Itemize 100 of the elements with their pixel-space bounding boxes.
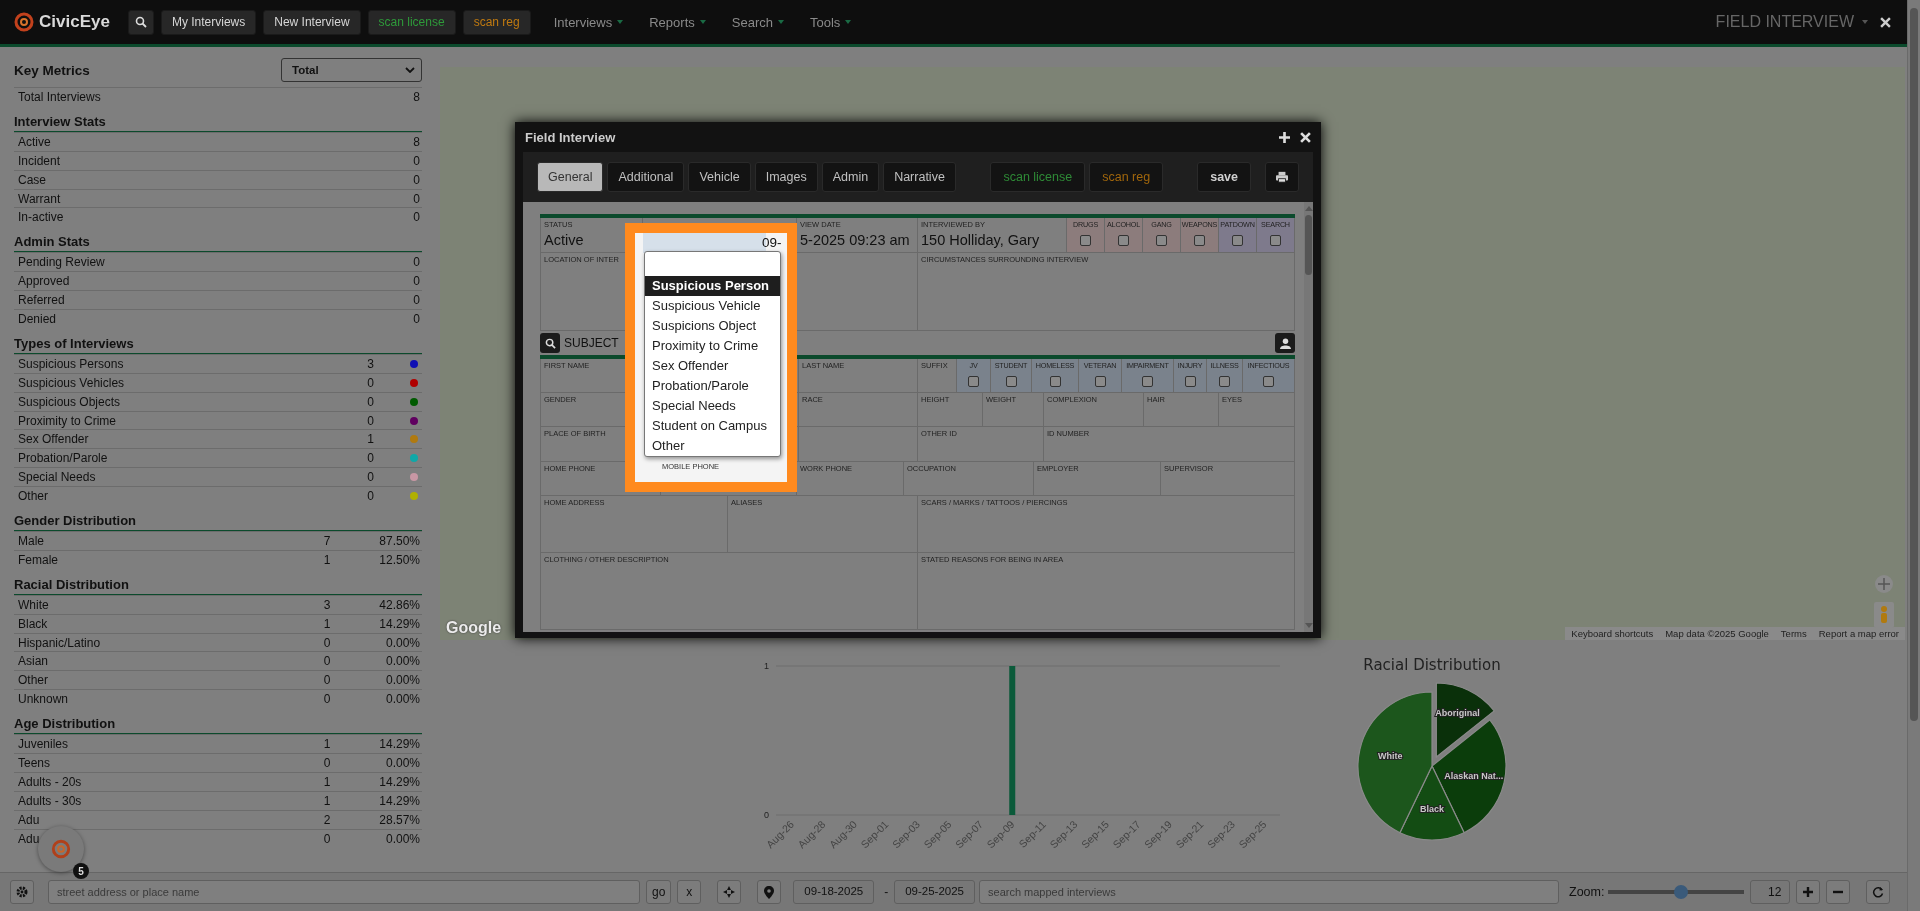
zoom-out-button[interactable] <box>1826 880 1851 904</box>
metric-label: Juveniles <box>18 737 70 752</box>
checkbox[interactable] <box>1184 376 1196 387</box>
print-button[interactable] <box>1265 162 1299 192</box>
search-icon <box>544 337 556 349</box>
checkbox[interactable] <box>1270 235 1281 246</box>
tab[interactable]: Vehicle <box>688 162 751 192</box>
metric-value: 0 <box>413 311 420 326</box>
metric-label: Referred <box>18 293 66 308</box>
dropdown-option[interactable]: Probation/Parole <box>645 376 780 396</box>
refresh-button[interactable] <box>1866 880 1891 904</box>
toolbar-button[interactable]: scan license <box>367 9 456 35</box>
clear-button[interactable]: x <box>677 880 702 904</box>
checkbox[interactable] <box>1094 376 1106 387</box>
search-field[interactable]: search mapped interviews <box>979 880 1559 904</box>
checkbox[interactable] <box>1194 235 1205 246</box>
tab[interactable]: Additional <box>607 162 685 192</box>
metric-label: Adu <box>18 831 41 846</box>
metric-percent: 0.00% <box>384 831 420 846</box>
checkbox[interactable] <box>1232 235 1243 246</box>
metric-value: 0 <box>413 172 420 187</box>
metric-value: 0 <box>413 191 420 206</box>
map-attribution-link[interactable]: Keyboard shortcuts <box>1571 628 1654 639</box>
locate-button[interactable] <box>717 880 742 904</box>
checkbox[interactable] <box>1049 376 1061 387</box>
close-icon[interactable] <box>1300 131 1311 143</box>
metric-percent: 0.00% <box>384 692 420 707</box>
period-select[interactable]: Total <box>281 58 422 82</box>
dropdown-option[interactable]: Other <box>645 436 780 456</box>
checkbox[interactable] <box>968 376 979 387</box>
tab[interactable]: Narrative <box>883 162 956 192</box>
nav-menu[interactable]: Reports <box>649 14 706 30</box>
zoom-in-button[interactable] <box>1796 880 1821 904</box>
scrollbar-thumb[interactable] <box>1910 8 1918 721</box>
metric-percent: 28.57% <box>378 812 420 827</box>
checkbox[interactable] <box>1005 376 1017 387</box>
metric-label: Denied <box>18 311 58 326</box>
map-logo: Google <box>446 619 502 637</box>
metric-value: 0 <box>413 153 420 168</box>
go-button[interactable]: go <box>646 880 672 904</box>
pin-button[interactable] <box>757 880 782 904</box>
action-button[interactable]: save <box>1197 162 1251 192</box>
scrollbar[interactable] <box>1304 202 1313 632</box>
toolbar-button[interactable]: My Interviews <box>160 9 257 35</box>
nav-menu[interactable]: Search <box>731 14 784 30</box>
metric-label: Total Interviews <box>18 89 102 104</box>
plus-icon[interactable] <box>1279 131 1290 143</box>
toolbar-button[interactable]: scan reg <box>462 9 531 35</box>
scrollbar-thumb[interactable] <box>1305 215 1312 275</box>
section-title: Interview Stats <box>14 113 422 132</box>
slider-thumb[interactable] <box>1673 885 1688 899</box>
action-button[interactable]: scan reg <box>1089 162 1164 192</box>
dropdown-option[interactable]: Proximity to Crime <box>645 336 780 356</box>
map-attribution-link[interactable]: Report a map error <box>1818 628 1899 639</box>
metric-value: 1 <box>322 616 332 631</box>
date-field[interactable]: 09-25-2025 <box>894 880 975 904</box>
metric-value: 0 <box>322 673 332 688</box>
metric-label: Teens <box>18 756 52 770</box>
scrollbar[interactable] <box>1907 0 1920 911</box>
metric-value: 8 <box>413 89 420 104</box>
address-field[interactable]: street address or place name <box>48 880 640 904</box>
zoom-field[interactable]: 12 <box>1750 880 1791 904</box>
metric-label: Adults - 20s <box>18 774 83 789</box>
nav-menu[interactable]: Tools <box>809 14 852 30</box>
settings-button[interactable] <box>10 880 34 904</box>
tab[interactable]: Images <box>754 162 818 192</box>
dropdown-option[interactable]: Suspicious Person <box>645 276 780 296</box>
checkbox[interactable] <box>1156 235 1167 246</box>
caret-icon[interactable] <box>1862 20 1868 24</box>
action-button[interactable]: scan license <box>990 162 1086 192</box>
checkbox[interactable] <box>1219 376 1230 387</box>
close-icon[interactable] <box>1880 16 1891 28</box>
page-title[interactable]: FIELD INTERVIEW <box>1715 13 1854 31</box>
metric-value: 0 <box>322 635 332 650</box>
logo-icon <box>14 12 34 32</box>
metric-value: 0 <box>322 692 332 707</box>
plus-icon <box>1803 887 1814 897</box>
search-button[interactable] <box>540 333 560 353</box>
date-field[interactable]: 09-18-2025 <box>793 880 875 904</box>
checkbox[interactable] <box>1142 376 1153 387</box>
checkbox[interactable] <box>1118 235 1129 246</box>
person-button[interactable] <box>1275 333 1295 353</box>
dropdown-option[interactable]: Suspicious Vehicle <box>645 296 780 316</box>
checkbox[interactable] <box>1263 376 1274 387</box>
dropdown-option[interactable]: Sex Offender <box>645 356 780 376</box>
nav-menu[interactable]: Interviews <box>553 14 624 30</box>
dropdown-option[interactable]: Special Needs <box>645 396 780 416</box>
metric-label: Asian <box>18 654 50 669</box>
map-attribution-link[interactable]: Map data ©2025 Google <box>1665 628 1769 639</box>
checkbox[interactable] <box>1080 235 1091 246</box>
search-button[interactable] <box>127 9 154 35</box>
dropdown-option[interactable]: Student on Campus <box>645 416 780 436</box>
map-attribution-link[interactable]: Terms <box>1780 628 1807 639</box>
tab[interactable]: Admin <box>821 162 880 192</box>
section-label: SUBJECT <box>564 336 619 350</box>
toolbar-button[interactable]: New Interview <box>263 9 361 35</box>
metric-value: 3 <box>366 356 374 371</box>
field-value: Active <box>544 232 584 248</box>
tab[interactable]: General <box>537 162 604 192</box>
metric-label: Suspicious Vehicles <box>18 375 126 390</box>
